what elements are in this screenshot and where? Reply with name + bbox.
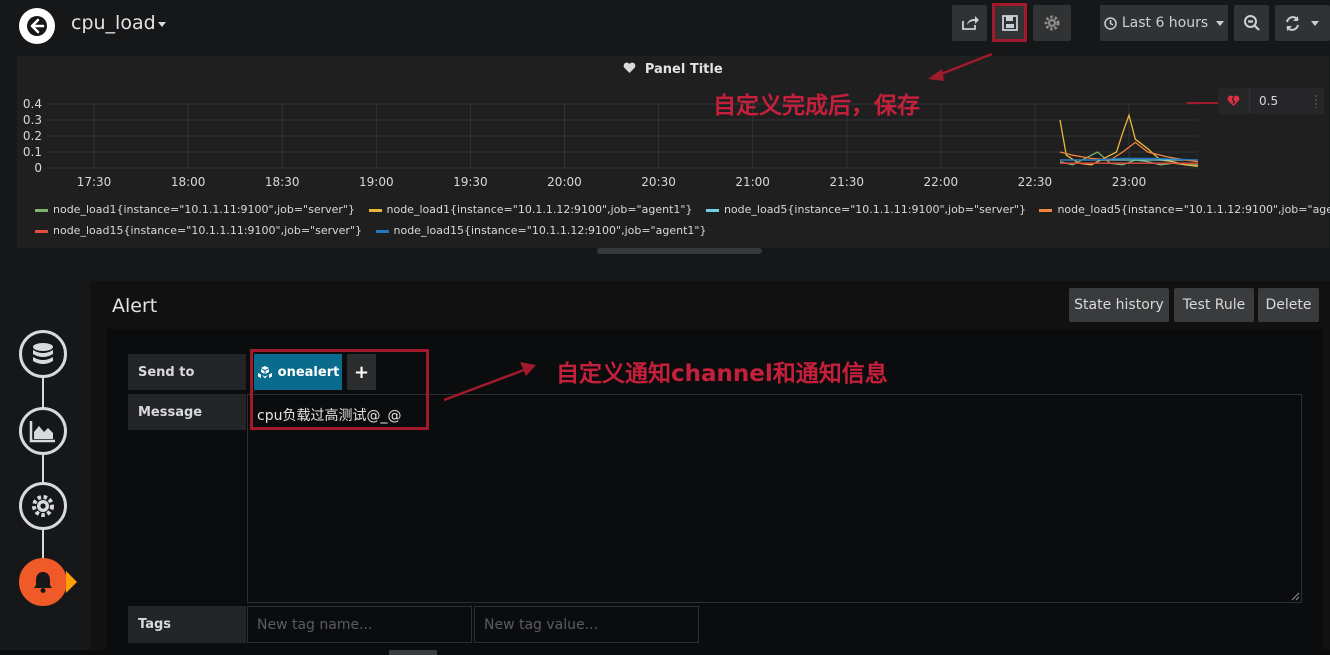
caret-down-icon[interactable] [1311,20,1319,26]
legend-label: node_load5{instance="10.1.1.12:9100",job… [1057,203,1330,216]
legend-label: node_load1{instance="10.1.1.11:9100",job… [53,203,355,216]
legend-swatch [35,229,48,233]
legend-row-2: node_load15{instance="10.1.1.11:9100",jo… [35,224,716,237]
legend-item[interactable]: node_load5{instance="10.1.1.11:9100",job… [705,203,1026,216]
state-history-button[interactable]: State history [1069,288,1169,322]
refresh-icon [1286,15,1299,31]
legend-swatch [368,208,382,212]
x-tick-label: 19:30 [453,175,488,189]
zoom-out-icon [1243,15,1260,31]
database-icon [33,343,53,364]
test-rule-button[interactable]: Test Rule [1174,288,1254,322]
horizontal-scroll-thumb[interactable] [389,650,437,655]
dashboard-navbar: cpu_load Last 6 hours [0,0,1330,52]
x-tick-label: 21:00 [735,175,770,189]
alert-title: Alert [112,295,158,317]
x-tick-label: 20:30 [641,175,676,189]
x-tick-label: 20:00 [547,175,582,189]
x-tick-label: 22:00 [924,175,959,189]
panel-title[interactable]: Panel Title [17,62,1329,77]
bottom-strip [0,650,1330,655]
send-to-label: Send to [128,354,246,390]
save-highlight-box [992,3,1027,42]
bell-icon [34,572,52,593]
save-annotation: 自定义完成后，保存 [713,93,920,119]
back-button[interactable] [19,8,55,44]
legend-item[interactable]: node_load5{instance="10.1.1.12:9100",job… [1039,203,1330,216]
dashboard-title[interactable]: cpu_load [71,12,156,34]
caret-down-icon [1216,20,1225,26]
legend-label: node_load15{instance="10.1.1.12:9100",jo… [393,224,707,237]
channel-highlight-box [250,349,429,430]
heart-icon [623,62,636,73]
legend-item[interactable]: node_load1{instance="10.1.1.11:9100",job… [35,203,355,216]
tag-name-input[interactable]: New tag name... [247,606,472,643]
channel-annotation: 自定义通知channel和通知信息 [556,361,888,387]
tag-value-input[interactable]: New tag value... [474,606,699,643]
general-tab[interactable] [19,482,67,530]
x-tick-label: 22:30 [1018,175,1053,189]
share-button[interactable] [952,5,987,41]
arrow-left-icon [27,16,47,36]
x-tick-label: 17:30 [77,175,112,189]
legend-row-1: node_load1{instance="10.1.1.11:9100",job… [35,203,1330,216]
x-tick-label: 21:30 [829,175,864,189]
message-label: Message [128,394,246,430]
legend-swatch [1039,208,1053,212]
visualization-tab[interactable] [19,407,67,455]
drag-grip-icon[interactable] [1314,94,1318,108]
wrench-gear-icon [32,495,54,517]
legend-label: node_load1{instance="10.1.1.12:9100",job… [386,203,693,216]
settings-button[interactable] [1033,5,1071,41]
legend-item[interactable]: node_load15{instance="10.1.1.11:9100",jo… [35,224,362,237]
heart-broken-icon [1227,95,1240,106]
y-tick-label: 0.3 [23,113,42,127]
time-picker-button[interactable]: Last 6 hours [1100,5,1228,41]
y-tick-label: 0 [34,161,42,175]
legend-swatch [705,208,719,212]
threshold-line [1187,102,1218,104]
x-tick-label: 23:00 [1112,175,1147,189]
time-range-label: Last 6 hours [1121,15,1209,31]
graph-panel: Panel Title 0.4 0.3 0.2 0.1 0 17:30 18:00 18:30… [17,56,1330,248]
legend-item[interactable]: node_load1{instance="10.1.1.12:9100",job… [368,203,693,216]
alert-tab[interactable] [19,558,67,606]
caret-down-icon[interactable] [158,22,166,27]
refresh-button[interactable] [1275,5,1330,41]
x-tick-label: 19:00 [359,175,394,189]
legend-swatch [375,229,389,233]
area-chart-icon [29,421,55,443]
legend-swatch [35,208,48,212]
annotation-arrow-icon [443,362,536,402]
clock-icon [1104,16,1117,30]
active-tab-pointer [66,571,77,593]
y-tick-label: 0.2 [23,129,42,143]
zoom-out-button[interactable] [1234,5,1269,41]
x-tick-label: 18:30 [265,175,300,189]
y-tick-label: 0.1 [23,145,42,159]
resize-grip-icon[interactable] [1290,591,1300,601]
annotation-arrow-icon [928,52,993,81]
delete-alert-button[interactable]: Delete [1258,288,1319,322]
gear-icon [1044,15,1060,31]
threshold-value: 0.5 [1259,94,1279,108]
queries-tab[interactable] [19,330,67,378]
y-tick-label: 0.4 [23,97,42,111]
threshold-handle[interactable]: 0.5 [1218,88,1324,114]
panel-title-text: Panel Title [644,62,723,77]
legend-label: node_load15{instance="10.1.1.11:9100",jo… [53,224,362,237]
x-tick-label: 18:00 [171,175,206,189]
legend-item[interactable]: node_load15{instance="10.1.1.12:9100",jo… [375,224,707,237]
share-icon [961,16,979,30]
legend-label: node_load5{instance="10.1.1.11:9100",job… [723,203,1026,216]
tags-label: Tags [128,606,246,643]
panel-resize-handle[interactable] [597,248,762,254]
